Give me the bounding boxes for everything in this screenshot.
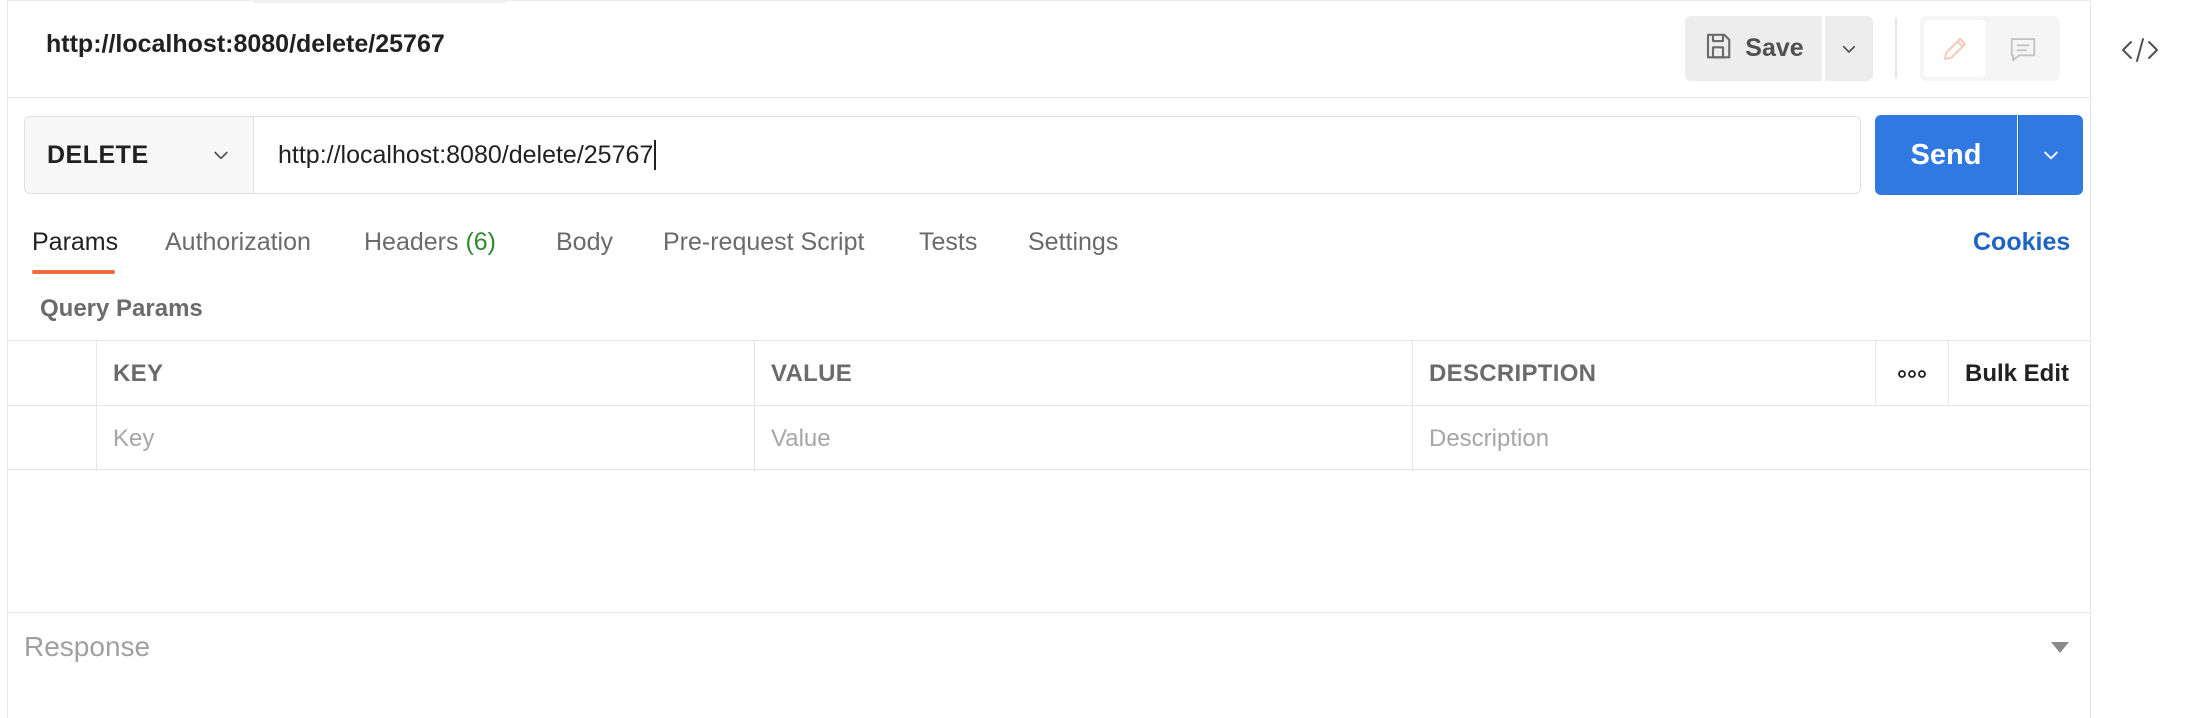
tab-label: Params xyxy=(32,228,119,256)
tab-body[interactable]: Body xyxy=(556,228,613,257)
pencil-icon xyxy=(1944,37,1966,60)
tab-authorization[interactable]: Authorization xyxy=(165,228,311,257)
param-value-input[interactable]: Value xyxy=(755,406,1413,471)
text-caret xyxy=(654,140,657,170)
tab-params[interactable]: Params xyxy=(32,228,118,257)
url-input[interactable]: http://localhost:8080/delete/25767 xyxy=(254,116,1861,194)
chevron-down-icon xyxy=(1842,45,1856,53)
caret-down-icon[interactable] xyxy=(2048,639,2072,655)
save-options-dropdown[interactable] xyxy=(1825,16,1873,81)
code-snippet-button[interactable] xyxy=(2118,30,2162,70)
tab-tests[interactable]: Tests xyxy=(919,228,977,257)
request-title-bar: http://localhost:8080/delete/25767 Save xyxy=(8,0,2091,98)
more-dots-icon xyxy=(1898,369,1926,378)
toolbar-divider xyxy=(1895,18,1897,78)
url-text: http://localhost:8080/delete/25767 xyxy=(278,140,654,169)
tab-label: Authorization xyxy=(165,228,311,256)
comment-icon xyxy=(2010,37,2036,61)
headers-count-badge: (6) xyxy=(465,228,497,256)
tab-label: Body xyxy=(556,228,613,256)
tab-settings[interactable]: Settings xyxy=(1028,228,1118,257)
right-sidebar xyxy=(2092,0,2188,718)
comments-button[interactable] xyxy=(1990,20,2056,77)
save-button[interactable]: Save xyxy=(1685,16,1822,81)
column-header-description: DESCRIPTION xyxy=(1413,341,1876,406)
column-header-key: KEY xyxy=(97,341,755,406)
table-row: Key Value Description xyxy=(8,405,2091,471)
tab-label: Headers xyxy=(364,228,459,256)
bulk-edit-button[interactable]: Bulk Edit xyxy=(1949,341,2091,406)
request-title[interactable]: http://localhost:8080/delete/25767 xyxy=(46,30,445,59)
param-key-input[interactable]: Key xyxy=(97,406,755,471)
query-params-label: Query Params xyxy=(40,295,203,322)
row-checkbox-cell xyxy=(8,406,97,471)
left-edge xyxy=(0,0,8,718)
response-label: Response xyxy=(24,631,151,662)
tab-label: Settings xyxy=(1028,228,1119,256)
code-icon xyxy=(2122,38,2158,62)
chevron-down-icon xyxy=(214,151,228,160)
column-header-value: VALUE xyxy=(755,341,1413,406)
active-tab-underline xyxy=(32,270,115,274)
chevron-down-icon xyxy=(2044,151,2058,160)
tab-pre-request-script[interactable]: Pre-request Script xyxy=(663,228,864,257)
save-label: Save xyxy=(1745,34,1804,62)
tab-label: Tests xyxy=(919,228,978,256)
response-pane-header[interactable]: Response xyxy=(8,612,2091,718)
table-header-row: KEY VALUE DESCRIPTION Bulk Edit xyxy=(8,340,2091,406)
edit-button[interactable] xyxy=(1924,20,1986,77)
column-options-button[interactable] xyxy=(1876,341,1949,406)
param-description-input[interactable]: Description xyxy=(1413,406,2091,471)
tab-label: Pre-request Script xyxy=(663,228,865,256)
checkbox-column-header xyxy=(8,341,97,406)
method-select[interactable]: DELETE xyxy=(24,116,254,194)
send-button[interactable]: Send xyxy=(1875,115,2017,195)
request-editor: http://localhost:8080/delete/25767 Save xyxy=(8,0,2091,718)
floppy-disk-icon xyxy=(1703,31,1733,66)
tab-headers[interactable]: Headers (6) xyxy=(364,228,496,257)
request-side-actions xyxy=(1920,16,2060,81)
send-options-dropdown[interactable] xyxy=(2018,115,2083,195)
query-params-table: KEY VALUE DESCRIPTION Bulk Edit Key Valu… xyxy=(8,340,2091,471)
cookies-link[interactable]: Cookies xyxy=(1973,228,2070,257)
method-label: DELETE xyxy=(47,140,149,169)
